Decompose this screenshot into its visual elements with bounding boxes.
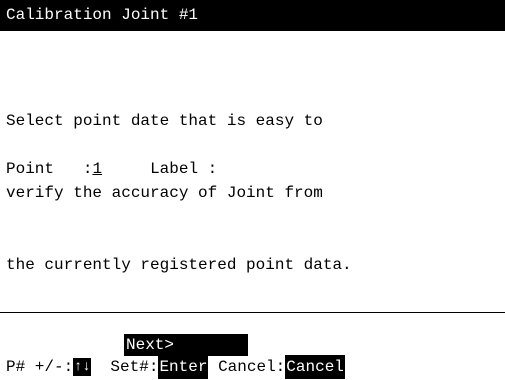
enter-key[interactable]: Enter xyxy=(158,355,209,379)
point-label: Point xyxy=(6,160,55,178)
point-row: Point :1 Label : xyxy=(6,157,217,181)
next-button[interactable]: Next> xyxy=(124,334,248,356)
up-down-arrows-key[interactable]: ↑↓ xyxy=(73,358,92,376)
window-title: Calibration Joint #1 xyxy=(0,0,505,31)
cancel-key[interactable]: Cancel xyxy=(285,355,345,379)
point-separator: : xyxy=(82,160,93,178)
instructions-text: Select point date that is easy to verify… xyxy=(6,61,352,301)
point-number-label: P# +/-: xyxy=(6,358,74,376)
point-input[interactable]: 1 xyxy=(92,160,102,178)
cancel-label: Cancel: xyxy=(218,358,286,376)
instruction-line: verify the accuracy of Joint from xyxy=(6,184,323,202)
softkey-bar: P# +/-: ↑↓ Set#: Enter Cancel: Cancel xyxy=(6,355,345,379)
instruction-line: Select point date that is easy to xyxy=(6,112,323,130)
divider xyxy=(0,312,505,313)
instruction-line: the currently registered point data. xyxy=(6,256,352,274)
set-label: Set#: xyxy=(110,358,159,376)
label-field-label: Label : xyxy=(150,160,218,178)
